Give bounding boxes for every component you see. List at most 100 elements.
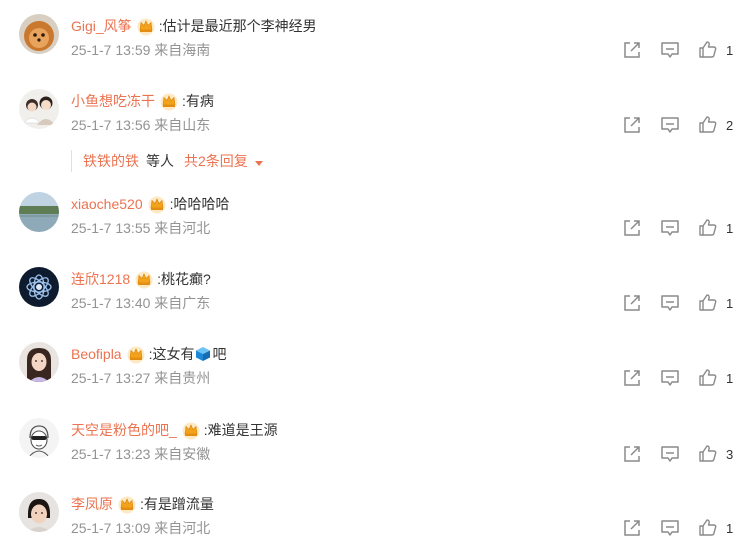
comment-meta: 25-1-7 13:59 来自海南: [71, 40, 210, 60]
avatar-image: [19, 492, 59, 532]
comment-username[interactable]: 小鱼想吃冻干: [71, 89, 155, 113]
share-button[interactable]: [622, 367, 642, 389]
share-icon: [624, 370, 640, 386]
thumbs-up-icon: [699, 116, 717, 133]
comment-button[interactable]: [660, 443, 680, 465]
comment-item: 天空是粉色的吧_ :难道是王源 25-1-7 13:23 来自安徽 3: [0, 418, 744, 478]
comment-list: Gigi_风筝 :估计是最近那个李神经男 25-1-7 13:59 来自海南 1: [0, 0, 744, 553]
thumbs-up-icon: [699, 219, 717, 236]
avatar-image: [19, 418, 59, 458]
thumbs-up-icon: [699, 294, 717, 311]
comment-button[interactable]: [660, 517, 680, 539]
comment-time: 25-1-7 13:09: [71, 520, 151, 536]
avatar[interactable]: [19, 89, 59, 129]
like-count: 1: [726, 370, 734, 386]
share-button[interactable]: [622, 517, 642, 539]
comment-location: 来自山东: [154, 117, 211, 133]
vip-crown-icon: [181, 420, 201, 440]
share-button[interactable]: [622, 39, 642, 61]
comment-time: 25-1-7 13:40: [71, 295, 151, 311]
comment-item: xiaoche520 :哈哈哈哈 25-1-7 13:55 来自河北 1: [0, 192, 744, 252]
like-count: 1: [726, 520, 734, 536]
comment-meta: 25-1-7 13:23 来自安徽: [71, 444, 210, 464]
comment-item: 李凤原 :有是蹭流量 25-1-7 13:09 来自河北 1: [0, 492, 744, 552]
like-button[interactable]: 1: [698, 39, 733, 61]
comment-meta: 25-1-7 13:09 来自河北: [71, 518, 210, 538]
avatar[interactable]: [19, 267, 59, 307]
comment-icon: [661, 520, 679, 536]
comment-location: 来自安徽: [154, 446, 211, 462]
comment-username[interactable]: Beofipla: [71, 342, 122, 366]
comment-username[interactable]: 连欣1218: [71, 267, 130, 291]
share-button[interactable]: [622, 217, 642, 239]
comment-header: 李凤原 :有是蹭流量: [71, 492, 214, 516]
vip-crown-icon: [117, 494, 137, 514]
expand-replies-button[interactable]: 共2条回复: [184, 151, 263, 171]
comment-username[interactable]: xiaoche520: [71, 192, 143, 216]
comment-header: 连欣1218 :桃花癫?: [71, 267, 211, 291]
comment-username[interactable]: 天空是粉色的吧_: [71, 418, 177, 442]
thumbs-up-icon: [699, 369, 717, 386]
comment-meta: 25-1-7 13:56 来自山东: [71, 115, 210, 135]
comment-button[interactable]: [660, 114, 680, 136]
like-button[interactable]: 2: [698, 114, 733, 136]
avatar[interactable]: [19, 14, 59, 54]
like-count: 1: [726, 295, 734, 311]
reply-username[interactable]: 铁铁的铁: [83, 151, 139, 171]
avatar[interactable]: [19, 342, 59, 382]
like-button[interactable]: 1: [698, 517, 733, 539]
like-button[interactable]: 1: [698, 292, 733, 314]
avatar-image: [19, 14, 59, 54]
comment-username[interactable]: 李凤原: [71, 492, 113, 516]
comment-header: xiaoche520 :哈哈哈哈: [71, 192, 230, 216]
share-button[interactable]: [622, 443, 642, 465]
caret-down-icon: [254, 161, 263, 166]
avatar-image: [19, 192, 59, 232]
comment-header: Beofipla :这女有 吧: [71, 342, 226, 366]
avatar[interactable]: [19, 192, 59, 232]
comment-item: 小鱼想吃冻干 :有病 25-1-7 13:56 来自山东 2: [0, 89, 744, 149]
comment-button[interactable]: [660, 367, 680, 389]
comment-icon: [661, 220, 679, 236]
comment-location: 来自河北: [154, 220, 211, 236]
blue-box-emoji: [195, 346, 211, 362]
comment-text: :哈哈哈哈: [169, 196, 230, 212]
comment-text: :这女有: [148, 346, 195, 362]
comment-button[interactable]: [660, 217, 680, 239]
vip-crown-icon: [136, 16, 156, 36]
thumbs-up-icon: [699, 41, 717, 58]
comment-username[interactable]: Gigi_风筝: [71, 14, 132, 38]
comment-item: Gigi_风筝 :估计是最近那个李神经男 25-1-7 13:59 来自海南 1: [0, 14, 744, 74]
like-button[interactable]: 3: [698, 443, 733, 465]
share-button[interactable]: [622, 292, 642, 314]
reply-etc-label: 等人: [146, 153, 174, 169]
comment-item: 连欣1218 :桃花癫? 25-1-7 13:40 来自广东 1: [0, 267, 744, 327]
share-icon: [624, 295, 640, 311]
comment-time: 25-1-7 13:59: [71, 42, 151, 58]
comment-icon: [661, 446, 679, 462]
vip-crown-icon: [147, 194, 167, 214]
like-count: 1: [726, 42, 734, 58]
comment-time: 25-1-7 13:23: [71, 446, 151, 462]
like-count: 1: [726, 220, 734, 236]
comment-time: 25-1-7 13:56: [71, 117, 151, 133]
share-icon: [624, 42, 640, 58]
comment-item: Beofipla :这女有 吧 25-1-7 13:27 来自贵州 1: [0, 342, 744, 402]
share-button[interactable]: [622, 114, 642, 136]
comment-text: :桃花癫?: [157, 271, 211, 287]
avatar[interactable]: [19, 492, 59, 532]
vip-crown-icon: [134, 269, 154, 289]
comment-button[interactable]: [660, 39, 680, 61]
comment-icon: [661, 42, 679, 58]
replies-preview: 铁铁的铁 等人 共2条回复: [71, 150, 263, 172]
like-button[interactable]: 1: [698, 217, 733, 239]
avatar[interactable]: [19, 418, 59, 458]
comment-time: 25-1-7 13:27: [71, 370, 151, 386]
like-button[interactable]: 1: [698, 367, 733, 389]
comment-location: 来自广东: [154, 295, 211, 311]
comment-text: :估计是最近那个李神经男: [158, 18, 317, 34]
comment-location: 来自海南: [154, 42, 211, 58]
comment-button[interactable]: [660, 292, 680, 314]
comment-header: 小鱼想吃冻干 :有病: [71, 89, 214, 113]
comment-text: :难道是王源: [203, 422, 278, 438]
